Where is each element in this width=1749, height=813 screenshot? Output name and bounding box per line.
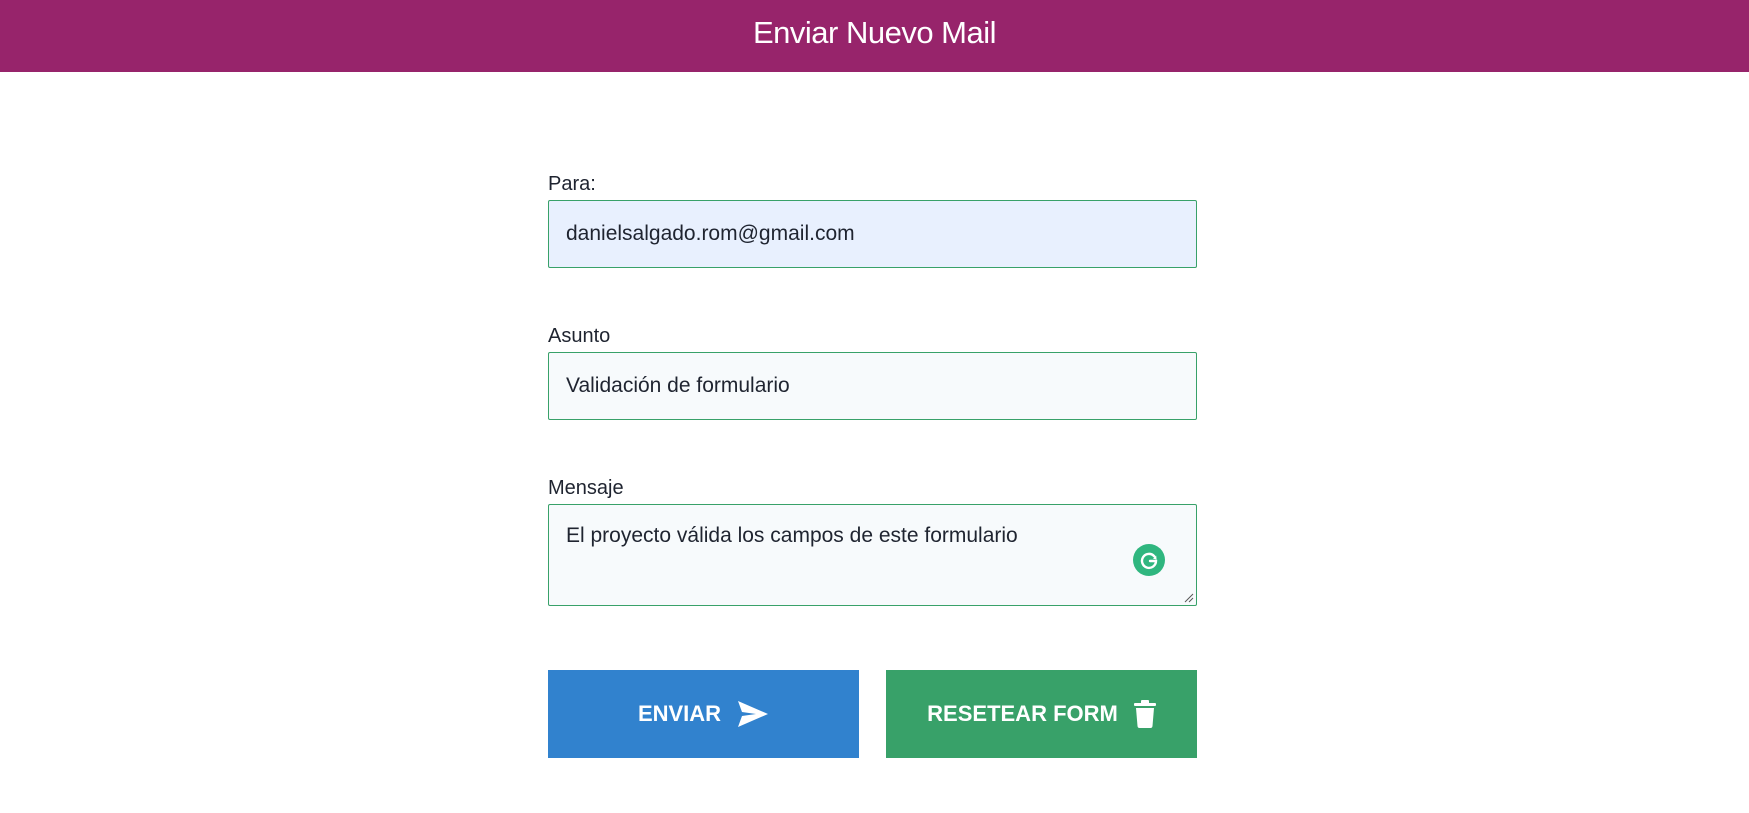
- to-field-group: Para:: [548, 172, 1197, 268]
- grammarly-icon[interactable]: [1133, 544, 1165, 576]
- app-header: Enviar Nuevo Mail: [0, 0, 1749, 72]
- page-title: Enviar Nuevo Mail: [752, 15, 997, 50]
- send-button-label: ENVIAR: [637, 701, 722, 726]
- message-field-group: Mensaje El proyecto válida los campos de…: [548, 476, 1197, 606]
- send-button[interactable]: ENVIAR: [548, 670, 859, 758]
- message-textarea[interactable]: El proyecto válida los campos de este fo…: [548, 504, 1197, 606]
- paper-plane-icon: [737, 700, 769, 728]
- resize-handle-icon[interactable]: [1184, 593, 1194, 603]
- message-label: Mensaje: [548, 477, 624, 499]
- to-label: Para:: [548, 173, 596, 195]
- reset-form-button[interactable]: RESETEAR FORM: [886, 670, 1197, 758]
- grammarly-g-glyph: [1140, 552, 1158, 570]
- message-textarea-wrapper: El proyecto válida los campos de este fo…: [548, 504, 1197, 606]
- reset-form-button-label: RESETEAR FORM: [927, 701, 1118, 726]
- subject-label: Asunto: [548, 325, 611, 347]
- subject-input[interactable]: [548, 352, 1197, 420]
- trash-icon: [1133, 700, 1156, 728]
- subject-field-group: Asunto: [548, 324, 1197, 420]
- form-actions: ENVIAR RESETEAR FORM: [548, 670, 1197, 758]
- mail-form: Para: Asunto Mensaje El proyecto válida …: [548, 172, 1197, 758]
- to-input[interactable]: [548, 200, 1197, 268]
